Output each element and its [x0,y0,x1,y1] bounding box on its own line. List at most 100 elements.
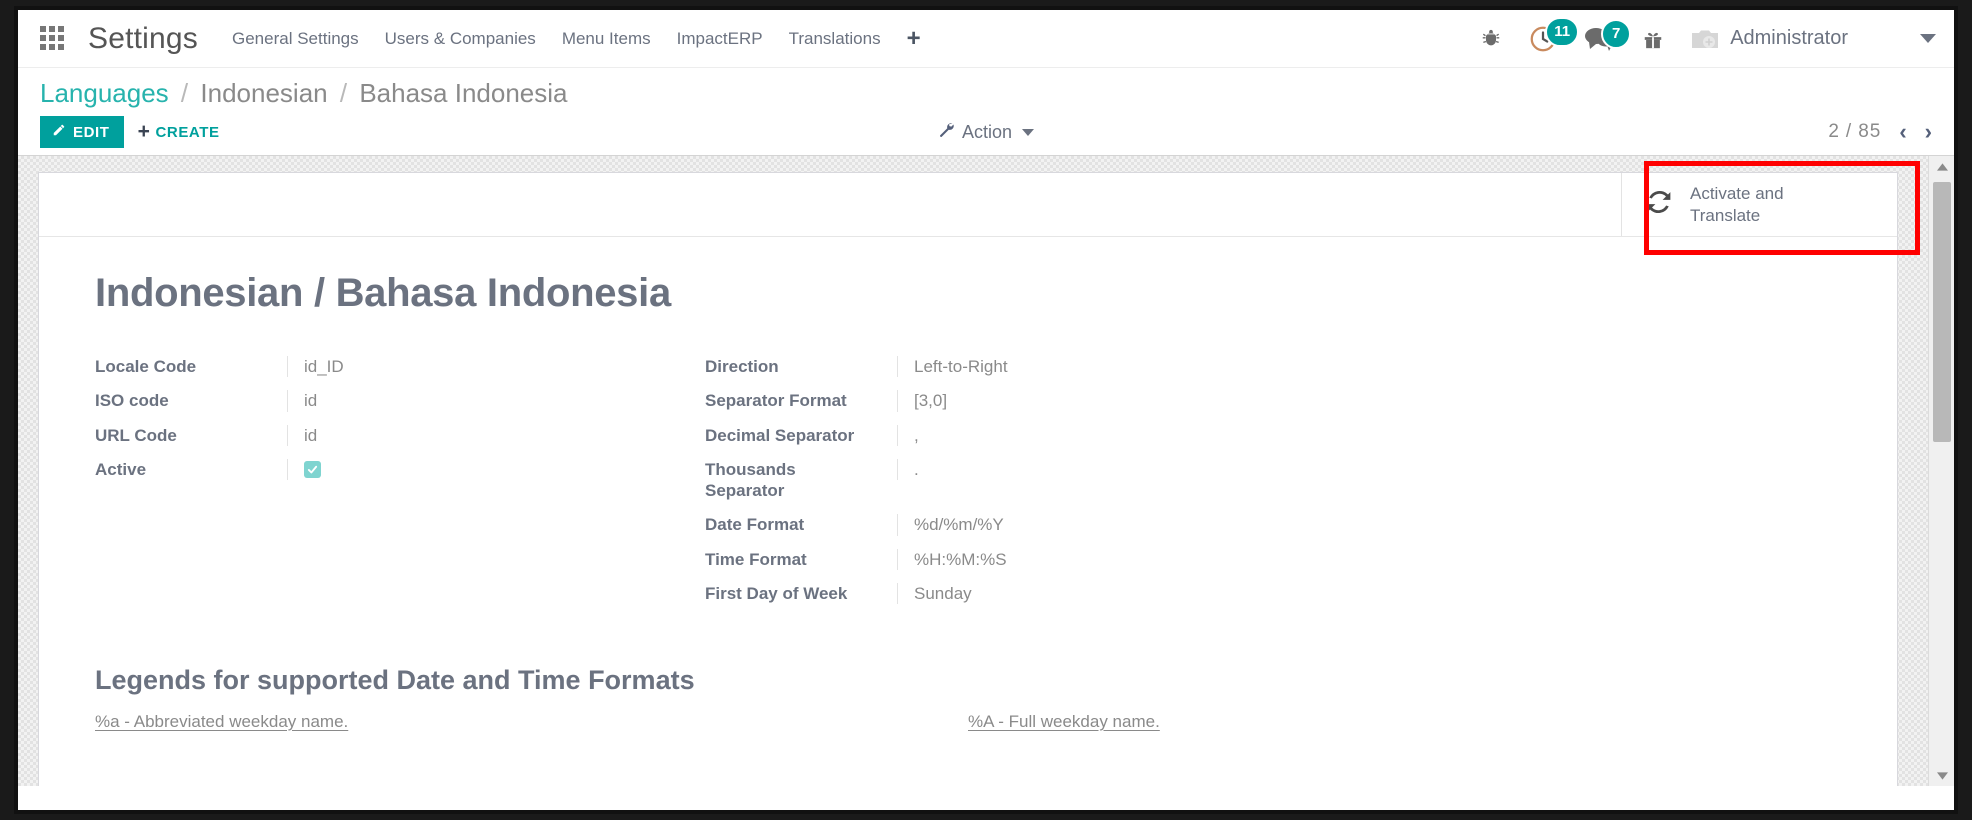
create-button[interactable]: + CREATE [124,117,234,148]
create-button-label: CREATE [155,123,220,141]
wrench-icon [938,121,955,143]
gift-icon[interactable] [1642,28,1664,50]
breadcrumb-root[interactable]: Languages [40,78,169,108]
field-value[interactable]: [3,0] [897,390,1405,412]
menu-item-menu-items[interactable]: Menu Items [562,29,651,49]
active-checkbox[interactable] [304,460,321,478]
field-value[interactable]: Left-to-Right [897,356,1405,378]
control-panel: Languages / Indonesian / Bahasa Indonesi… [18,68,1954,109]
field-locale-code: Locale Code id_ID [95,356,705,378]
field-label: Decimal Separator [705,425,855,445]
content-area: Activate and Translate Indonesian / Bahas… [18,155,1954,786]
breadcrumb: Languages / Indonesian / Bahasa Indonesi… [40,78,1932,109]
field-active: Active [95,458,705,480]
menu-item-translations[interactable]: Translations [789,29,881,49]
field-label: First Day of Week [705,583,848,603]
field-value[interactable]: , [897,424,1405,446]
activate-and-translate-label: Activate and Translate [1690,184,1784,225]
breadcrumb-current: Bahasa Indonesia [359,78,568,108]
field-value[interactable]: . [897,458,1405,480]
field-time-format: Time Format %H:%M:%S [705,548,1405,570]
field-label: Locale Code [95,357,197,376]
action-toolbar: EDIT + CREATE Action 2 / 85 ‹ › [18,109,1954,155]
field-label: Date Format [705,515,805,535]
pager-previous-icon[interactable]: ‹ [1899,121,1906,143]
legend-column-right: %A - Full weekday name. [968,712,1841,732]
record-pager: 2 / 85 ‹ › [1828,121,1932,143]
field-column-right: Direction Left-to-Right Separator Format… [705,356,1405,617]
edit-button-label: EDIT [73,123,110,141]
field-value[interactable]: Sunday [897,582,1405,604]
field-separator-format: Separator Format [3,0] [705,390,1405,412]
legend-grid: %a - Abbreviated weekday name. %A - Full… [95,712,1841,732]
clock-badge-count: 11 [1545,16,1580,47]
top-navbar: Settings General Settings Users & Compan… [18,10,1954,68]
user-menu[interactable]: Administrator [1690,27,1848,51]
pencil-icon [52,123,66,141]
field-value[interactable]: id [287,424,705,446]
pager-current: 2 [1828,121,1840,142]
scroll-down-icon[interactable] [1929,765,1954,786]
record-title: Indonesian / Bahasa Indonesia [95,271,671,315]
field-grid: Locale Code id_ID ISO code id URL Code i… [95,356,1841,617]
field-column-left: Locale Code id_ID ISO code id URL Code i… [95,356,705,617]
legend-section-title: Legends for supported Date and Time Form… [95,665,695,695]
field-label: Time Format [705,549,807,569]
edit-button[interactable]: EDIT [40,116,124,148]
pager-total: 85 [1858,121,1882,142]
field-decimal-separator: Decimal Separator , [705,424,1405,446]
field-thousands-separator: Thousands Separator . [705,458,1405,502]
pager-next-icon[interactable]: › [1925,121,1932,143]
breadcrumb-separator: / [180,78,189,108]
chevron-down-icon [1022,128,1035,136]
refresh-sync-icon [1644,187,1674,222]
field-label: ISO code [95,391,169,411]
breadcrumb-item[interactable]: Indonesian [200,78,327,108]
menu-add-icon[interactable]: + [907,26,921,51]
field-value[interactable]: %H:%M:%S [897,548,1405,570]
field-label: Direction [705,357,779,376]
activate-and-translate-button[interactable]: Activate and Translate [1621,173,1897,236]
avatar [1690,27,1720,51]
field-first-day-of-week: First Day of Week Sunday [705,582,1405,604]
field-direction: Direction Left-to-Right [705,356,1405,378]
legend-line: %a - Abbreviated weekday name. [95,712,349,731]
chat-badge-count: 7 [1601,18,1632,49]
sheet-statusbar: Activate and Translate [39,173,1897,237]
field-value[interactable]: id_ID [287,356,705,378]
action-dropdown-label: Action [961,121,1013,142]
plus-icon: + [137,119,151,143]
menu-item-general-settings[interactable]: General Settings [232,29,359,49]
legend-line: %A - Full weekday name. [968,712,1160,731]
field-date-format: Date Format %d/%m/%Y [705,514,1405,536]
scroll-up-icon[interactable] [1929,156,1954,178]
apps-grid-icon[interactable] [40,25,66,52]
systray: 11 7 Administrator [1480,16,1936,54]
breadcrumb-separator-2: / [339,78,348,108]
scrollbar-thumb[interactable] [1933,182,1951,442]
field-value [287,458,705,480]
field-url-code: URL Code id [95,424,705,446]
app-brand-title[interactable]: Settings [88,22,198,56]
action-dropdown[interactable]: Action [938,121,1035,143]
bug-icon[interactable] [1480,28,1502,50]
field-value[interactable]: id [287,390,705,412]
browser-window: Settings General Settings Users & Compan… [14,6,1958,814]
field-label: Active [95,459,147,479]
pager-separator: / [1845,121,1853,142]
clock-icon[interactable]: 11 [1528,16,1580,54]
form-body: Indonesian / Bahasa Indonesia Locale Cod… [39,237,1897,742]
menu-item-impacterp[interactable]: ImpactERP [677,29,763,49]
legend-column-left: %a - Abbreviated weekday name. [95,712,968,732]
user-name-label: Administrator [1730,27,1848,49]
field-value[interactable]: %d/%m/%Y [897,514,1405,536]
chevron-down-icon[interactable] [1920,34,1936,43]
field-label: Separator Format [705,391,847,411]
form-sheet: Activate and Translate Indonesian / Bahas… [38,172,1898,786]
vertical-scrollbar[interactable] [1928,156,1954,786]
chat-icon[interactable]: 7 [1584,18,1632,52]
field-iso-code: ISO code id [95,390,705,412]
field-label: URL Code [95,425,177,445]
menu-item-users-companies[interactable]: Users & Companies [385,29,536,49]
field-label: Thousands Separator [705,459,796,500]
